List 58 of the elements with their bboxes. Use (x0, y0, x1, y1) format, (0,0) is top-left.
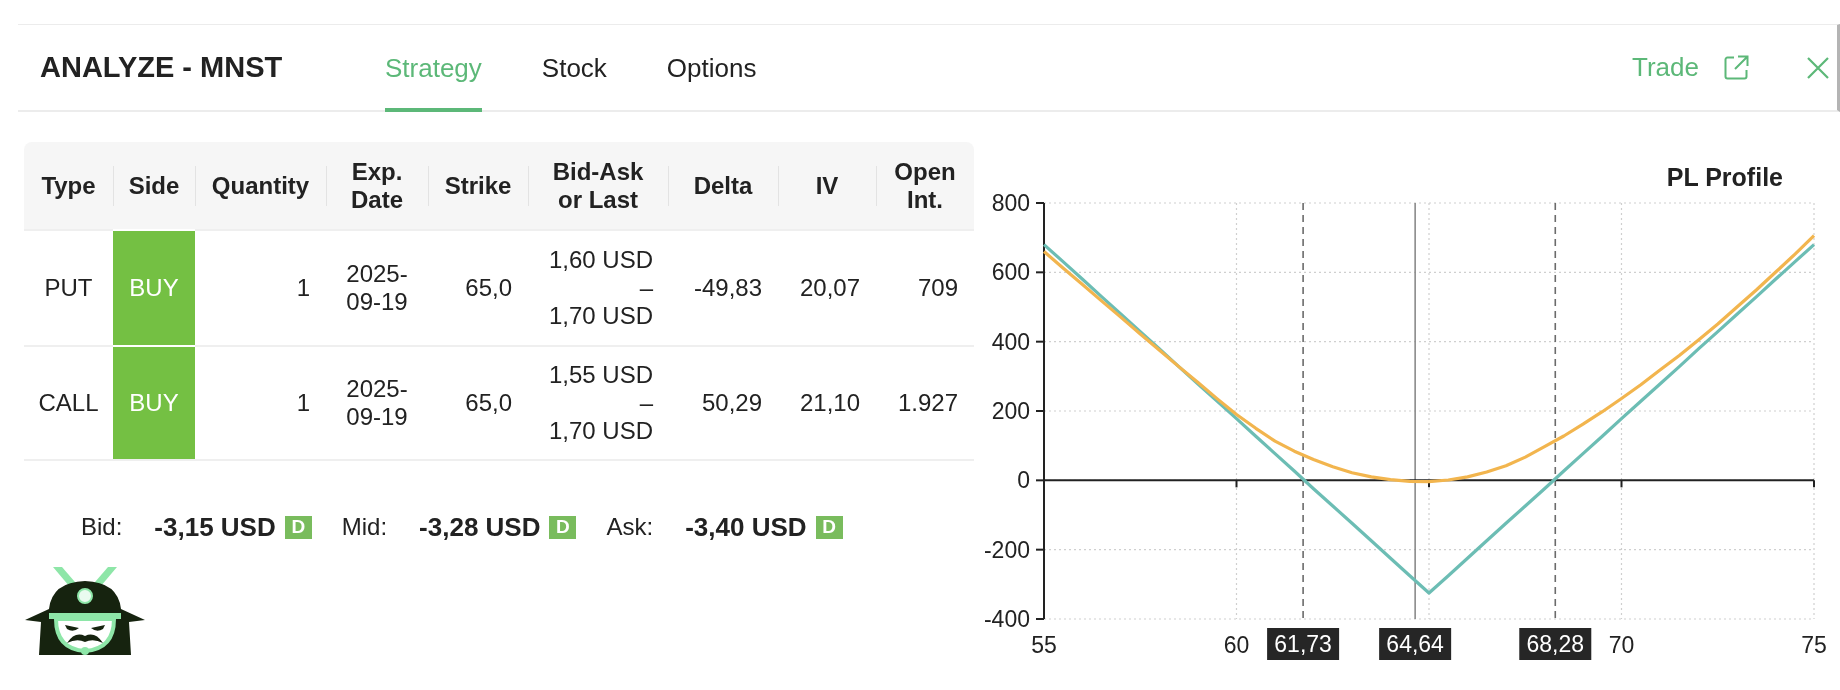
marker-value-label: 68,28 (1519, 628, 1592, 660)
table-cell: 1.927 (876, 345, 974, 461)
chart-title: PL Profile (1666, 163, 1783, 191)
y-tick-label: 0 (1017, 467, 1030, 494)
table-cell: 2025-09-19 (326, 229, 428, 345)
column-header: Exp. Date (326, 142, 428, 229)
column-header: Bid-Ask or Last (528, 142, 668, 229)
y-tick-label: 400 (991, 328, 1030, 355)
table-cell: 1,55 USD – 1,70 USD (528, 345, 668, 461)
table-cell: 709 (876, 229, 974, 345)
column-header: Quantity (195, 142, 326, 229)
x-tick-label: 60 (1223, 632, 1250, 658)
d-badge: D (284, 515, 312, 539)
table-cell: 20,07 (778, 229, 876, 345)
table-cell: -49,83 (668, 229, 778, 345)
y-tick-label: 800 (991, 190, 1030, 216)
quote-label: Bid: (81, 513, 123, 541)
x-tick-label: 55 (1031, 632, 1057, 658)
samurai-mask-icon (25, 567, 145, 655)
column-header: Strike (428, 142, 528, 229)
quote-label: Mid: (341, 513, 388, 541)
column-header: Type (24, 142, 113, 229)
ref-line-label: 61,73 (1274, 631, 1332, 657)
table-cell: 2025-09-19 (326, 345, 428, 461)
marker-value-label: 61,73 (1267, 628, 1340, 660)
x-tick-label: 75 (1801, 632, 1827, 658)
table-cell: 65,0 (428, 229, 528, 345)
y-tick-label: -400 (983, 606, 1030, 632)
table-cell: 1 (195, 345, 326, 461)
quote-value: -3,15 USD (154, 511, 276, 543)
y-tick-label: 200 (991, 398, 1030, 424)
external-link-icon (1723, 54, 1749, 81)
ref-line-label: 64,64 (1386, 631, 1445, 657)
side-cell: BUY (113, 345, 195, 461)
table-cell: 65,0 (428, 345, 528, 461)
quote-value: -3,28 USD (419, 511, 541, 543)
tab[interactable]: Options (666, 25, 757, 112)
tab[interactable]: Stock (541, 25, 607, 112)
y-tick-label: 600 (991, 259, 1030, 286)
table-cell: 21,10 (778, 345, 876, 461)
table-cell: 1,60 USD – 1,70 USD (528, 229, 668, 345)
x-tick-label: 70 (1608, 632, 1635, 658)
d-badge: D (815, 515, 843, 539)
side-cell: BUY (113, 229, 195, 345)
ref-line-label: 68,28 (1526, 631, 1585, 657)
panel-title: ANALYZE - MNST (39, 50, 284, 85)
table-cell: 50,29 (668, 345, 778, 461)
column-header: Open Int. (876, 142, 974, 229)
column-header: Delta (668, 142, 778, 229)
column-header: Side (113, 142, 195, 229)
table-cell: 1 (195, 229, 326, 345)
quote-label: Ask: (606, 513, 654, 541)
marker-value-label: 64,64 (1379, 628, 1452, 660)
y-tick-label: -200 (983, 536, 1030, 563)
d-badge: D (549, 515, 577, 539)
close-icon (1807, 56, 1829, 79)
column-header: IV (778, 142, 876, 229)
quote-value: -3,40 USD (685, 511, 807, 543)
